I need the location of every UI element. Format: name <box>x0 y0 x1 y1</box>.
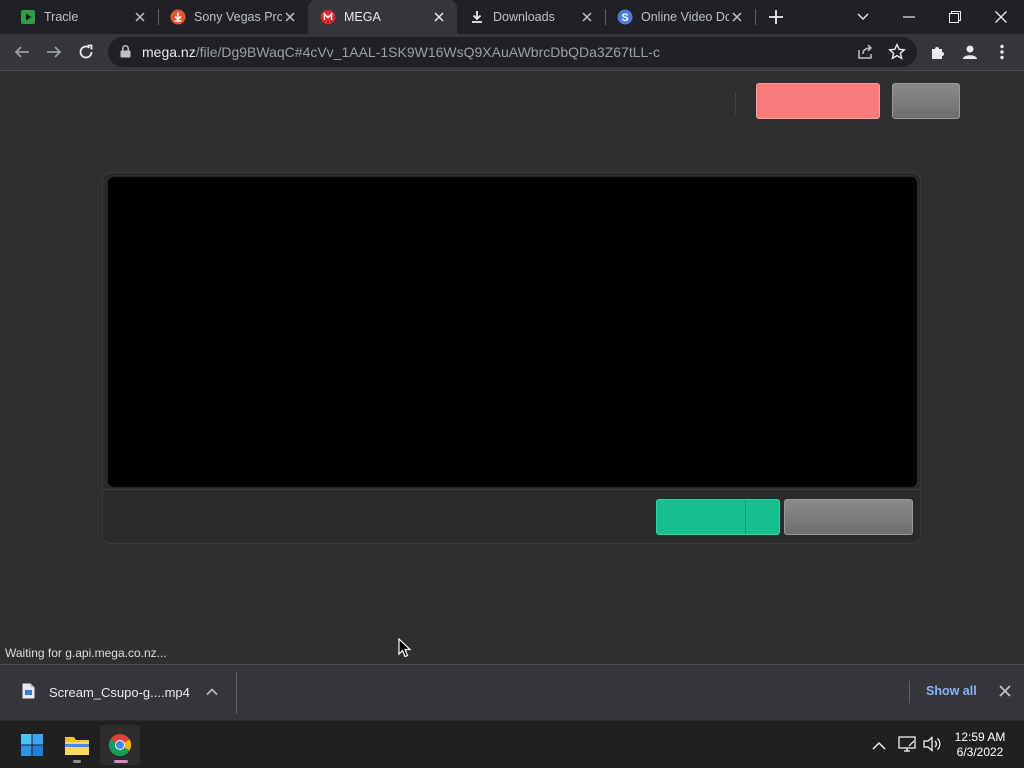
extensions-puzzle-icon[interactable] <box>924 38 952 66</box>
window-close-icon[interactable] <box>978 0 1024 34</box>
close-icon[interactable] <box>282 9 298 25</box>
tab-strip: Tracle Sony Vegas Pro MEGA Downloads S O… <box>0 0 1024 34</box>
reload-icon[interactable] <box>72 38 100 66</box>
tab-separator <box>755 9 756 25</box>
download-item-separator <box>236 672 237 714</box>
mega-primary-button[interactable] <box>756 83 880 119</box>
back-arrow-icon[interactable] <box>8 38 36 66</box>
tab-downloads[interactable]: Downloads <box>457 0 605 34</box>
tab-online-video[interactable]: S Online Video Do <box>605 0 755 34</box>
panel-divider <box>103 489 920 490</box>
active-app-indicator <box>114 760 128 763</box>
chevron-up-icon[interactable] <box>872 738 886 756</box>
restore-icon[interactable] <box>932 0 978 34</box>
download-item[interactable]: Scream_Csupo-g....mp4 <box>0 665 236 720</box>
tab-title: Sony Vegas Pro <box>194 10 282 24</box>
download-file-name: Scream_Csupo-g....mp4 <box>49 685 190 700</box>
show-all-link[interactable]: Show all <box>926 684 977 698</box>
s-circle-icon: S <box>617 9 633 25</box>
download-button[interactable] <box>656 499 780 535</box>
file-explorer-icon[interactable] <box>57 725 97 765</box>
tab-sony-vegas[interactable]: Sony Vegas Pro <box>158 0 308 34</box>
tab-tracle[interactable]: Tracle <box>0 0 158 34</box>
windows-taskbar: 12:59 AM 6/3/2022 <box>0 720 1024 768</box>
download-split-divider <box>745 500 746 534</box>
close-shelf-icon[interactable] <box>998 684 1012 703</box>
volume-icon[interactable] <box>922 735 942 758</box>
forward-arrow-icon[interactable] <box>40 38 68 66</box>
close-icon[interactable] <box>729 9 745 25</box>
url-text: mega.nz/file/Dg9BWaqC#4cVv_1AAL-1SK9W16W… <box>142 44 660 60</box>
lock-icon[interactable] <box>120 45 131 63</box>
url-path: /file/Dg9BWaqC#4cVv_1AAL-1SK9W16WsQ9XAuA… <box>195 44 660 60</box>
url-host: mega.nz <box>142 44 196 60</box>
tab-search-chevron-icon[interactable] <box>840 0 886 34</box>
kebab-menu-icon[interactable] <box>988 38 1016 66</box>
share-icon[interactable] <box>856 43 874 66</box>
tab-mega[interactable]: MEGA <box>308 0 457 34</box>
import-button[interactable] <box>784 499 913 535</box>
svg-text:S: S <box>621 12 628 24</box>
file-preview-panel <box>102 172 921 544</box>
mouse-cursor-icon <box>398 637 412 663</box>
status-bubble: Waiting for g.api.mega.co.nz... <box>0 643 172 664</box>
page-content: Waiting for g.api.mega.co.nz... <box>0 71 1024 664</box>
close-icon[interactable] <box>431 9 447 25</box>
browser-toolbar: mega.nz/file/Dg9BWaqC#4cVv_1AAL-1SK9W16W… <box>0 34 1024 71</box>
chevron-up-icon[interactable] <box>205 685 219 704</box>
profile-avatar-icon[interactable] <box>956 38 984 66</box>
start-icon[interactable] <box>12 725 52 765</box>
tab-title: Tracle <box>44 10 79 24</box>
header-divider <box>735 92 736 114</box>
tab-title: Downloads <box>493 10 555 24</box>
running-indicator <box>73 760 81 763</box>
address-bar[interactable]: mega.nz/file/Dg9BWaqC#4cVv_1AAL-1SK9W16W… <box>108 37 917 67</box>
network-icon[interactable] <box>898 735 916 758</box>
new-tab-icon[interactable] <box>767 8 785 26</box>
tab-title: Online Video Do <box>641 10 729 24</box>
clock-date: 6/3/2022 <box>956 745 1004 759</box>
download-icon <box>469 9 485 25</box>
shelf-separator <box>909 681 910 703</box>
clock-time: 12:59 AM <box>954 730 1006 744</box>
close-icon[interactable] <box>132 9 148 25</box>
bookmark-star-icon[interactable] <box>888 42 906 66</box>
chrome-icon[interactable] <box>100 725 140 765</box>
video-preview[interactable] <box>108 177 917 487</box>
mega-secondary-button[interactable] <box>892 83 960 119</box>
close-icon[interactable] <box>579 9 595 25</box>
mega-logo-icon <box>320 9 336 25</box>
download-shelf: Scream_Csupo-g....mp4 Show all <box>0 664 1024 720</box>
tab-title: MEGA <box>344 10 381 24</box>
video-file-icon <box>22 683 35 704</box>
system-clock[interactable]: 12:59 AM 6/3/2022 <box>946 730 1014 760</box>
play-icon <box>20 9 36 25</box>
download-circle-icon <box>170 9 186 25</box>
minimize-icon[interactable] <box>886 0 932 34</box>
